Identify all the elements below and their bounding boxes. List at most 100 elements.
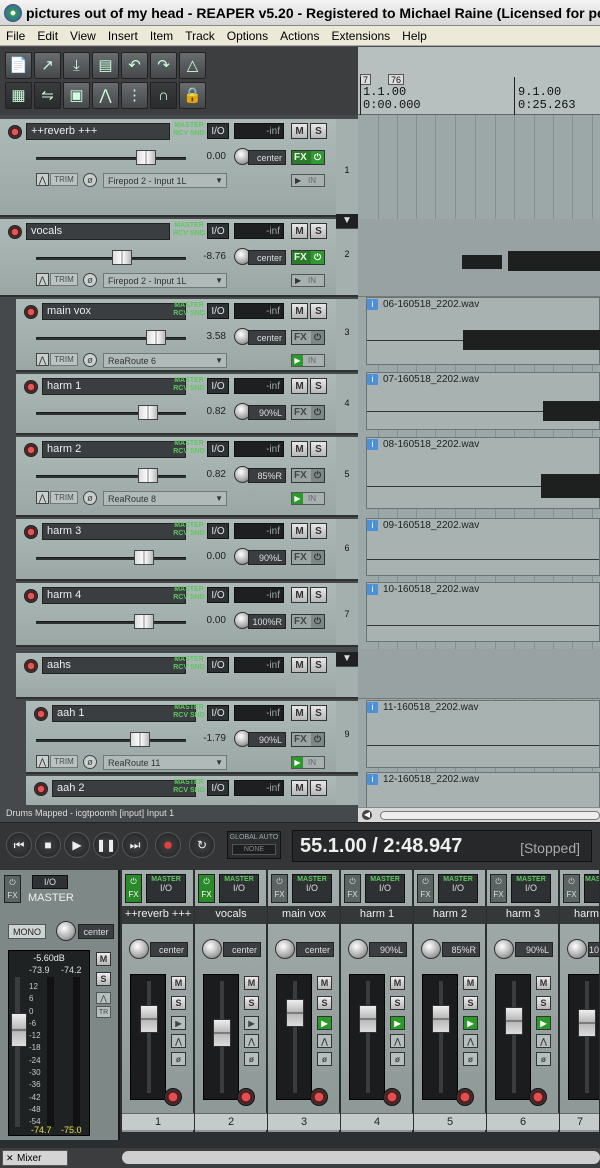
mute-button[interactable]: M (291, 123, 308, 139)
io-button[interactable]: I/O (207, 705, 229, 721)
record-input-select[interactable]: ReaRoute 6 ▼ (103, 353, 227, 368)
record-arm-button[interactable] (24, 589, 38, 603)
envelope-points-icon[interactable]: ⋀ (92, 82, 119, 109)
routing-button[interactable]: MASTER RCV SND (172, 522, 206, 540)
redo-icon[interactable]: ↷ (150, 52, 177, 79)
record-monitor-button[interactable]: IN (291, 174, 325, 187)
mute-button[interactable]: M (317, 976, 332, 990)
record-monitor-button[interactable]: IN (291, 756, 325, 769)
phase-invert-icon[interactable]: ø (83, 353, 97, 367)
master-mute-button[interactable]: M (96, 952, 111, 966)
volume-fader[interactable] (432, 1005, 450, 1033)
mute-button[interactable]: M (291, 657, 308, 673)
automation-mode[interactable]: TRIM (50, 173, 78, 186)
repeat-icon[interactable]: ↻ (189, 832, 215, 858)
record-arm-button[interactable] (34, 707, 48, 721)
menu-view[interactable]: View (64, 29, 102, 43)
marker-label[interactable]: 7 (360, 74, 372, 85)
volume-fader[interactable] (36, 466, 186, 486)
fx-power-icon[interactable]: ⏻ FX (563, 874, 580, 903)
track-10[interactable]: aah 2 MASTER RCV SND I/O -inf M S (26, 776, 336, 805)
pan-knob[interactable] (348, 939, 368, 959)
record-arm-button[interactable] (24, 380, 38, 394)
media-item[interactable]: i 09-160518_2202.wav (366, 518, 600, 576)
mono-button[interactable]: MONO (8, 924, 46, 939)
fx-button[interactable]: FX ⏻ (291, 330, 325, 345)
solo-button[interactable]: S (390, 996, 405, 1010)
record-arm-button[interactable] (383, 1088, 401, 1106)
solo-button[interactable]: S (171, 996, 186, 1010)
automation-icon[interactable]: ⋀ (171, 1034, 186, 1048)
record-input-select[interactable]: Firepod 2 - Input 1L ▼ (103, 173, 227, 188)
solo-button[interactable]: S (310, 780, 327, 796)
volume-fader[interactable] (140, 1005, 158, 1033)
volume-fader[interactable] (36, 148, 186, 168)
routing-button[interactable]: MASTER RCV SND (172, 440, 206, 458)
volume-fader[interactable] (286, 999, 304, 1027)
routing-button[interactable]: MASTER I/O (365, 874, 405, 903)
record-arm-button[interactable] (310, 1088, 328, 1106)
volume-fader[interactable] (213, 1019, 231, 1047)
record-arm-button[interactable] (24, 525, 38, 539)
volume-fader[interactable] (505, 1007, 523, 1035)
routing-button[interactable]: MASTER I/O (511, 874, 551, 903)
strip-name[interactable]: harm 2 (414, 906, 486, 924)
strip-name[interactable]: vocals (195, 906, 267, 924)
record-input-select[interactable]: ReaRoute 11 ▼ (103, 755, 227, 770)
fx-power-icon[interactable]: ⏻ FX (198, 874, 215, 903)
fx-power-icon[interactable]: ⏻ FX (344, 874, 361, 903)
record-arm-button[interactable] (237, 1088, 255, 1106)
record-monitor-icon[interactable]: ▶ (536, 1016, 551, 1030)
solo-button[interactable]: S (244, 996, 259, 1010)
record-arm-button[interactable] (529, 1088, 547, 1106)
track-name[interactable]: vocals (26, 223, 170, 240)
stop-icon[interactable]: ■ (35, 832, 61, 858)
phase-invert-icon[interactable]: ø (83, 273, 97, 287)
fx-button[interactable]: FX ⏻ (291, 250, 325, 265)
record-input-select[interactable]: Firepod 2 - Input 1L ▼ (103, 273, 227, 288)
fx-button[interactable]: FX ⏻ (291, 550, 325, 565)
track-6[interactable]: harm 3 MASTER RCV SND I/O -inf M S 0.00 9… (16, 519, 336, 581)
automation-mode[interactable]: TRIM (50, 353, 78, 366)
record-monitor-button[interactable]: IN (291, 492, 325, 505)
solo-button[interactable]: S (310, 123, 327, 139)
master-automation-icon[interactable]: ⋀ (96, 992, 111, 1004)
io-button[interactable]: I/O (207, 123, 229, 139)
record-arm-button[interactable] (24, 305, 38, 319)
mute-button[interactable]: M (291, 523, 308, 539)
automation-mode[interactable]: TRIM (50, 755, 78, 768)
grid-toggle-icon[interactable]: ▦ (5, 82, 32, 109)
go-to-start-icon[interactable]: ⏮ (6, 832, 32, 858)
fx-power-icon[interactable]: ⏻ FX (490, 874, 507, 903)
master-io-button[interactable]: I/O (32, 875, 68, 889)
automation-icon[interactable]: ⋀ (36, 491, 49, 504)
media-item[interactable]: i 08-160518_2202.wav (366, 437, 600, 509)
routing-button[interactable]: MASTER RCV SND (172, 656, 206, 674)
scroll-left-icon[interactable]: ◀ (362, 810, 372, 820)
record-monitor-icon[interactable]: ▶ (244, 1016, 259, 1030)
project-settings-icon[interactable]: ▤ (92, 52, 119, 79)
automation-icon[interactable]: ⋀ (317, 1034, 332, 1048)
fx-button[interactable]: FX ⏻ (291, 468, 325, 483)
phase-icon[interactable]: ø (390, 1052, 405, 1066)
solo-button[interactable]: S (463, 996, 478, 1010)
routing-button[interactable]: MASTER RCV SND (172, 704, 206, 722)
automation-icon[interactable]: ⋀ (36, 755, 49, 768)
routing-button[interactable]: MASTER I/O (292, 874, 332, 903)
automation-icon[interactable]: ⋀ (36, 353, 49, 366)
phase-icon[interactable]: ø (317, 1052, 332, 1066)
mute-button[interactable]: M (390, 976, 405, 990)
automation-icon[interactable]: ⋀ (244, 1034, 259, 1048)
record-arm-button[interactable] (456, 1088, 474, 1106)
phase-invert-icon[interactable]: ø (83, 755, 97, 769)
master-pan-knob[interactable] (56, 921, 76, 941)
undo-icon[interactable]: ↶ (121, 52, 148, 79)
global-automation[interactable]: GLOBAL AUTO NONE (227, 831, 281, 859)
fx-button[interactable]: FX ⏻ (291, 732, 325, 747)
menu-options[interactable]: Options (221, 29, 274, 43)
automation-icon[interactable]: ⋀ (463, 1034, 478, 1048)
strip-name[interactable]: main vox (268, 906, 340, 924)
volume-fader[interactable] (36, 548, 186, 568)
pan-knob[interactable] (129, 939, 149, 959)
snap-magnet-icon[interactable]: ∩ (150, 82, 177, 109)
